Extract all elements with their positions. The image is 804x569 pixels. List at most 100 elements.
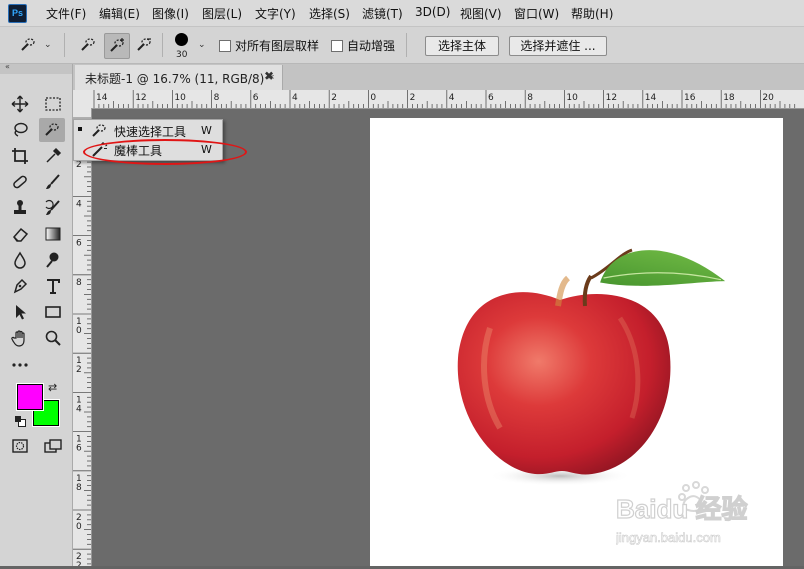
document-tab[interactable]: 未标题-1 @ 16.7% (11, RGB/8) * ✖ [75,65,283,90]
preset-chevron-down-icon[interactable]: ⌄ [44,40,52,50]
photoshop-logo-icon[interactable]: Ps [8,4,27,23]
ruler-label: 20 [762,93,774,103]
close-tab-icon[interactable]: ✖ [264,69,274,83]
active-tool-bullet-icon [78,127,82,131]
ruler-label: 4 [76,404,82,414]
horizontal-ruler[interactable]: 14 12 10 8 6 4 2 0 2 4 6 8 10 12 14 16 18 20 [91,90,804,109]
ruler-label: 0 [76,522,82,532]
brush-chevron-down-icon[interactable]: ⌄ [198,40,206,50]
ruler-label: 2 [76,561,82,566]
red-highlight-ellipse [83,139,247,165]
ruler-label: 14 [96,93,108,103]
edit-toolbar-more-icon[interactable] [7,352,33,376]
quick-selection-tool-icon[interactable] [39,118,65,142]
flyout-item-quick-selection[interactable]: 快速选择工具 W [74,121,222,140]
menu-type[interactable]: 文字(Y) [255,5,296,22]
ruler-label: 10 [174,93,186,103]
menu-3d[interactable]: 3D(D) [415,5,450,19]
menu-image[interactable]: 图像(I) [152,5,189,22]
ruler-label: 0 [370,93,376,103]
dodge-tool-icon[interactable] [40,248,66,272]
menu-bar: Ps 文件(F) 编辑(E) 图像(I) 图层(L) 文字(Y) 选择(S) 滤… [0,0,804,27]
ruler-label: 2 [76,160,82,170]
auto-enhance-label: 自动增强 [347,39,396,53]
select-subject-button[interactable]: 选择主体 [425,36,499,56]
quick-selection-icon [92,124,106,137]
watermark-url-text: jingyan.baidu.com [616,530,721,545]
menu-window[interactable]: 窗口(W) [514,5,559,22]
tool-preset-quick-selection-icon[interactable] [16,33,40,57]
ruler-label: 12 [606,93,617,103]
tools-panel-header[interactable]: « [0,62,72,74]
auto-enhance-checkbox[interactable] [331,40,343,52]
ruler-label: 4 [449,93,455,103]
ruler-label: 8 [76,483,82,493]
baidu-jingyan-watermark: Baidu 经验 jingyan.baidu.com [615,478,766,548]
type-tool-icon[interactable] [40,274,66,298]
menu-layer[interactable]: 图层(L) [202,5,242,22]
ruler-label: 10 [566,93,578,103]
document-tab-title: 未标题-1 @ 16.7% (11, RGB/8) * [85,72,275,86]
crop-tool-icon[interactable] [7,144,33,168]
menu-view[interactable]: 视图(V) [460,5,502,22]
ruler-label: 6 [76,444,82,454]
ruler-label: 2 [76,365,82,375]
ruler-label: 6 [488,93,494,103]
select-and-mask-button[interactable]: 选择并遮住 ... [509,36,607,56]
eyedropper-tool-icon[interactable] [40,144,66,168]
swap-colors-icon[interactable]: ⇄ [48,381,57,394]
move-tool-icon[interactable] [7,92,33,116]
foreground-color-swatch[interactable] [16,383,44,411]
sample-all-layers-checkbox[interactable] [219,40,231,52]
gradient-tool-icon[interactable] [40,222,66,246]
watermark-logo-text: Baidu 经验 [616,494,747,524]
flyout-item-label: 快速选择工具 [114,125,187,139]
ruler-label: 8 [214,93,220,103]
flyout-item-shortcut: W [201,124,212,137]
ruler-label: 4 [76,199,82,209]
ruler-label: 6 [76,239,82,249]
menu-filter[interactable]: 滤镜(T) [362,5,403,22]
ruler-label: 2 [331,93,337,103]
lasso-tool-icon[interactable] [7,118,33,142]
quick-mask-icon[interactable] [7,434,33,458]
ruler-label: 6 [253,93,259,103]
ruler-label: 8 [76,278,82,288]
brush-tool-icon[interactable] [40,170,66,194]
vertical-ruler[interactable]: 0246810121416182022 [73,108,92,566]
menu-help[interactable]: 帮助(H) [571,5,613,22]
ruler-label: 2 [410,93,416,103]
marquee-tool-icon[interactable] [40,92,66,116]
rectangle-tool-icon[interactable] [40,300,66,324]
brush-preview-icon[interactable] [175,33,188,46]
ruler-label: 14 [645,93,657,103]
ruler-label: 12 [135,93,146,103]
history-brush-tool-icon[interactable] [40,196,66,220]
clone-stamp-tool-icon[interactable] [7,196,33,220]
ruler-label: 16 [684,93,696,103]
ruler-label: 4 [292,93,298,103]
eraser-tool-icon[interactable] [7,222,33,246]
ruler-label: 0 [76,326,82,336]
brush-size-value: 30 [176,50,188,60]
screen-mode-icon[interactable] [40,434,66,458]
subtract-from-selection-brush-icon[interactable] [132,33,156,57]
healing-brush-tool-icon[interactable] [7,170,33,194]
menu-file[interactable]: 文件(F) [46,5,86,22]
path-selection-tool-icon[interactable] [7,300,33,324]
blur-tool-icon[interactable] [7,248,33,272]
hand-tool-icon[interactable] [7,326,33,350]
options-separator [406,33,407,57]
zoom-tool-icon[interactable] [40,326,66,350]
add-to-selection-brush-icon[interactable] [104,33,130,59]
new-selection-brush-icon[interactable] [76,33,100,57]
sample-all-layers-label: 对所有图层取样 [235,39,320,53]
menu-select[interactable]: 选择(S) [309,5,350,22]
menu-edit[interactable]: 编辑(E) [99,5,140,22]
default-colors-icon[interactable] [15,416,26,427]
options-separator [64,33,65,57]
ruler-origin[interactable] [73,90,92,109]
ruler-label: 18 [723,93,735,103]
pen-tool-icon[interactable] [7,274,33,298]
ruler-label: 8 [527,93,533,103]
